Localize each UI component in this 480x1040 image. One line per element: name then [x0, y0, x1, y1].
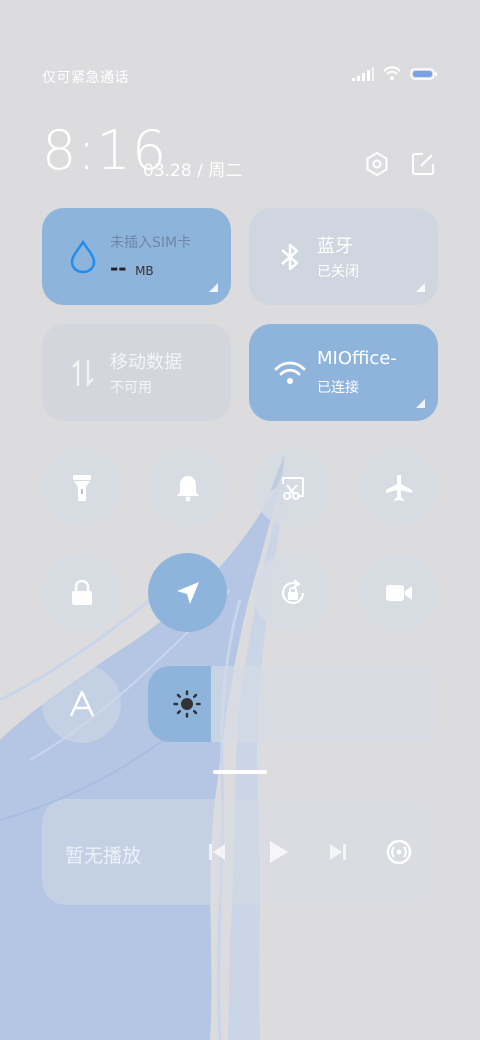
scissors-screenshot-icon	[281, 476, 304, 500]
play-icon	[270, 841, 288, 863]
mobile-data-status: 不可用	[110, 380, 152, 396]
tile-expand-corner	[416, 399, 425, 408]
airplane-mode-toggle[interactable]	[359, 448, 438, 527]
screenshot-toggle[interactable]	[253, 448, 332, 527]
sim-data-usage: -- MB	[110, 256, 154, 280]
sim-data-unit: MB	[135, 264, 154, 278]
lock-screen-toggle[interactable]	[42, 553, 121, 632]
water-drop-icon	[66, 240, 100, 274]
tile-expand-corner	[209, 283, 218, 292]
bluetooth-icon	[273, 240, 307, 274]
broadcast-icon	[386, 839, 412, 865]
bluetooth-tile[interactable]: 蓝牙 已关闭	[249, 208, 438, 305]
wifi-status-icon	[383, 66, 401, 80]
flashlight-icon	[72, 474, 91, 501]
rotation-lock-toggle[interactable]	[253, 553, 332, 632]
wifi-tile[interactable]: MIOffice- 已连接	[249, 324, 438, 421]
brightness-slider[interactable]	[148, 666, 438, 742]
settings-hex-icon[interactable]	[362, 149, 392, 179]
wifi-network-name: MIOffice-	[317, 348, 397, 369]
letter-a-icon	[69, 690, 94, 717]
mobile-data-tile[interactable]: 移动数据 不可用	[42, 324, 231, 421]
flashlight-toggle[interactable]	[42, 448, 121, 527]
location-toggle[interactable]	[148, 553, 227, 632]
signal-icon	[352, 66, 374, 81]
lock-icon	[71, 579, 92, 605]
carrier-status: 仅可紧急通话	[42, 70, 129, 86]
font-size-toggle[interactable]	[42, 664, 121, 743]
wifi-status: 已连接	[317, 380, 359, 396]
battery-icon	[410, 67, 437, 80]
edit-icon[interactable]	[408, 149, 438, 179]
previous-icon	[209, 844, 225, 860]
next-icon	[330, 844, 346, 860]
bluetooth-title: 蓝牙	[317, 236, 353, 257]
mobile-data-title: 移动数据	[110, 352, 182, 373]
brightness-sun-icon	[173, 690, 201, 718]
sim-data-tile[interactable]: 未插入SIM卡 -- MB	[42, 208, 231, 305]
bell-icon	[176, 475, 199, 501]
status-icons	[352, 66, 438, 81]
sim-data-value: --	[110, 256, 127, 280]
airplane-icon	[385, 474, 412, 501]
panel-drag-handle[interactable]	[213, 770, 267, 774]
media-status-label: 暂无播放	[65, 845, 142, 867]
media-player-card[interactable]: 暂无播放	[42, 799, 438, 905]
play-button[interactable]	[261, 835, 295, 869]
previous-track-button[interactable]	[200, 835, 234, 869]
cast-output-button[interactable]	[382, 835, 416, 869]
clock-date: 03.28 / 周二	[143, 161, 243, 181]
mobile-data-arrows-icon	[66, 356, 100, 390]
location-arrow-icon	[176, 581, 199, 604]
next-track-button[interactable]	[321, 835, 355, 869]
tile-expand-corner	[416, 283, 425, 292]
wifi-icon	[273, 356, 307, 390]
rotation-lock-icon	[281, 578, 304, 604]
screen-record-toggle[interactable]	[359, 553, 438, 632]
sim-tile-title: 未插入SIM卡	[110, 235, 192, 251]
ringer-toggle[interactable]	[148, 448, 227, 527]
video-camera-icon	[385, 584, 412, 601]
bluetooth-status: 已关闭	[317, 264, 359, 280]
